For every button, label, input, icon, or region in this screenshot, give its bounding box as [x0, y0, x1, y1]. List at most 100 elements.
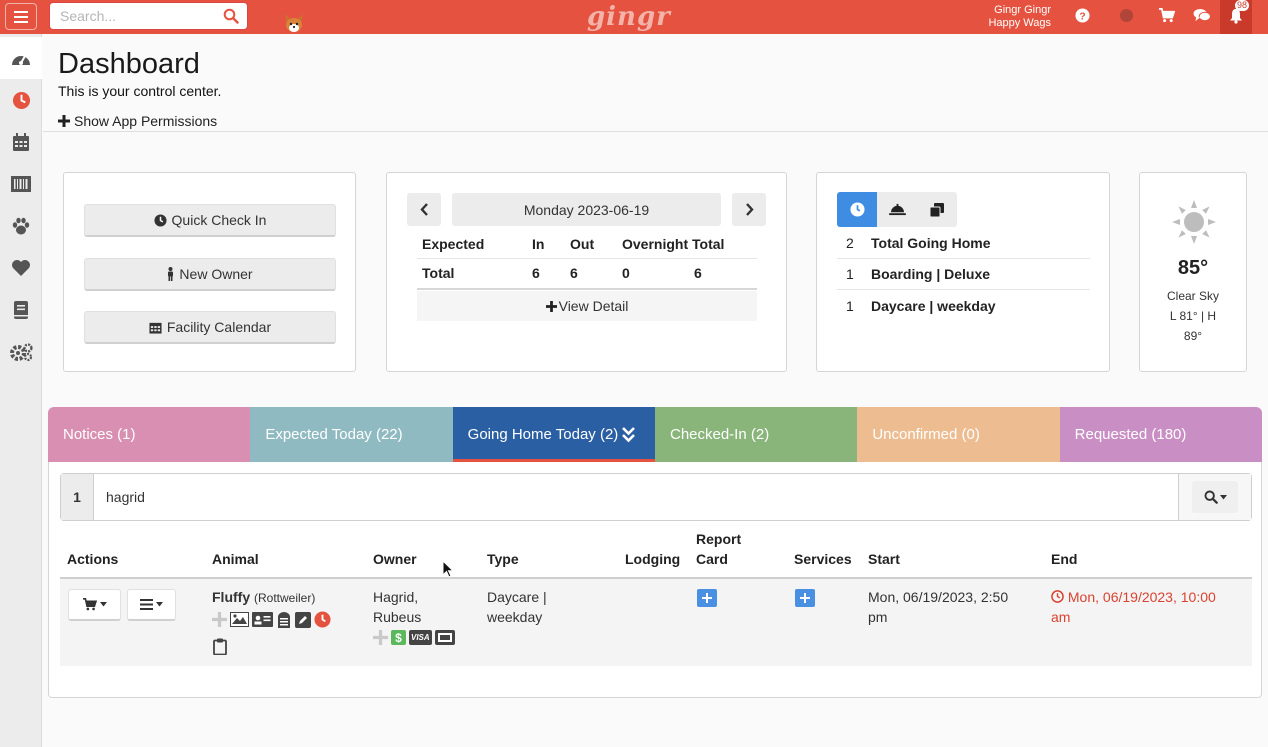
kennel-icon[interactable] [276, 611, 292, 628]
new-owner-label: New Owner [179, 266, 253, 282]
start-cell: Mon, 06/19/2023, 2:50 pm [868, 587, 1008, 627]
sidebar-item-dashboard[interactable] [0, 37, 42, 79]
global-search [49, 2, 248, 30]
weather-condition: Clear Sky [1166, 289, 1219, 303]
end-time: am [1051, 609, 1071, 625]
person-icon [168, 267, 174, 281]
cart-icon[interactable] [1158, 8, 1175, 23]
sidebar-item-book[interactable] [0, 289, 42, 331]
add-service-button[interactable] [795, 589, 815, 607]
services-column-header: Services [794, 551, 852, 567]
type-column-header: Type [487, 551, 519, 567]
going-home-label: Daycare | weekday [871, 297, 996, 314]
previous-day-button[interactable] [407, 193, 441, 226]
type-cell: Daycare | weekday [487, 587, 547, 627]
tab-going-home-clock[interactable] [837, 192, 877, 227]
filter-result-count: 1 [61, 474, 94, 520]
tab-requested[interactable]: Requested (180) [1059, 407, 1262, 462]
show-app-permissions-toggle[interactable]: Show App Permissions [58, 113, 217, 129]
page-subtitle: This is your control center. [58, 83, 222, 99]
actions-column-header: Actions [67, 551, 119, 567]
visa-card-icon[interactable]: VISA [409, 630, 432, 645]
filter-search-wrapper [1178, 474, 1251, 520]
tab-going-home-today[interactable]: Going Home Today (2) [452, 407, 655, 462]
barcode-icon [11, 176, 31, 192]
page-title: Dashboard [58, 48, 200, 80]
clock-outline-icon [1051, 590, 1064, 603]
view-detail-button[interactable]: View Detail [417, 291, 757, 321]
going-home-count: 1 [846, 266, 854, 282]
new-owner-button[interactable]: New Owner [84, 258, 336, 291]
sidebar-item-barcode[interactable] [0, 163, 42, 205]
gingr-logo[interactable]: gingr [587, 2, 671, 32]
total-value: 6 [689, 257, 757, 290]
in-value: 6 [527, 257, 565, 290]
clock-icon[interactable] [314, 611, 331, 628]
tab-label: Going Home Today (2) [467, 426, 619, 443]
overnight-total-header: Overnight Total [622, 236, 725, 253]
edit-icon[interactable] [295, 611, 311, 628]
weather-range: L 81° | H [1169, 309, 1217, 323]
plus-icon[interactable] [212, 612, 227, 627]
plus-icon[interactable] [373, 630, 388, 645]
status-dot-icon[interactable] [1119, 8, 1134, 23]
facility-calendar-button[interactable]: Facility Calendar [84, 311, 336, 344]
tab-expected-today[interactable]: Expected Today (22) [250, 407, 453, 462]
header-divider [43, 131, 1268, 132]
ticket-icon[interactable] [434, 630, 455, 645]
weather-temp: 85° [1177, 257, 1209, 279]
chevron-right-icon [745, 203, 754, 216]
filter-bar: 1 [60, 473, 1252, 521]
tab-checked-in[interactable]: Checked-In (2) [654, 407, 858, 462]
tab-going-home-copy[interactable] [917, 192, 957, 227]
dollar-icon[interactable]: $ [391, 630, 406, 645]
type-line1: Daycare | [487, 589, 547, 605]
tab-notices[interactable]: Notices (1) [48, 407, 251, 462]
help-icon[interactable]: ? [1075, 8, 1090, 23]
tab-going-home-service[interactable] [877, 192, 917, 227]
next-day-button[interactable] [732, 193, 766, 226]
add-report-card-button[interactable] [697, 589, 717, 607]
lodging-column-header: Lodging [625, 551, 681, 567]
global-search-input[interactable] [58, 3, 218, 29]
sidebar-item-calendar[interactable] [0, 121, 42, 163]
calendar-icon [13, 132, 29, 151]
animal-name-link[interactable]: Fluffy [212, 589, 250, 605]
plus-icon [800, 593, 810, 603]
id-card-icon[interactable] [252, 612, 273, 627]
owner-cell[interactable]: Hagrid, Rubeus [373, 587, 421, 627]
going-home-panel: 2 Total Going Home 1 Boarding | Deluxe 1… [816, 172, 1110, 372]
owner-last-name: Hagrid, [373, 589, 419, 605]
sidebar-item-clock[interactable] [0, 79, 42, 121]
search-icon[interactable] [223, 8, 239, 24]
row-menu-dropdown[interactable] [127, 589, 176, 621]
out-value: 6 [565, 257, 617, 290]
overnight-value: 0 [617, 257, 689, 290]
paw-icon [12, 217, 30, 234]
user-menu[interactable]: Gingr Gingr Happy Wags [988, 4, 1051, 30]
book-icon [14, 301, 28, 319]
menu-button[interactable] [5, 3, 37, 30]
cart-actions-dropdown[interactable] [68, 589, 121, 621]
image-icon[interactable] [230, 612, 249, 627]
view-detail-label: View Detail [558, 298, 629, 314]
total-label: Total [417, 257, 527, 290]
sidebar-item-favorites[interactable] [0, 247, 42, 289]
out-header: Out [570, 236, 595, 253]
date-picker-button[interactable]: Monday 2023-06-19 [452, 193, 721, 226]
quick-check-in-label: Quick Check In [171, 212, 267, 228]
sidebar [0, 34, 42, 747]
quick-check-in-button[interactable]: Quick Check In [84, 204, 336, 237]
start-date: Mon, 06/19/2023, 2:50 [868, 589, 1009, 605]
clipboard-icon[interactable] [213, 638, 227, 655]
calendar-icon [149, 322, 162, 334]
tab-unconfirmed[interactable]: Unconfirmed (0) [857, 407, 1060, 462]
sidebar-item-settings[interactable] [0, 331, 42, 373]
plus-icon [545, 300, 557, 312]
filter-search-button[interactable] [1192, 481, 1238, 513]
sidebar-item-pets[interactable] [0, 205, 42, 247]
filter-input[interactable] [95, 474, 1175, 520]
list-icon [140, 599, 153, 610]
start-time: pm [868, 609, 888, 625]
chat-icon[interactable] [1193, 8, 1211, 23]
